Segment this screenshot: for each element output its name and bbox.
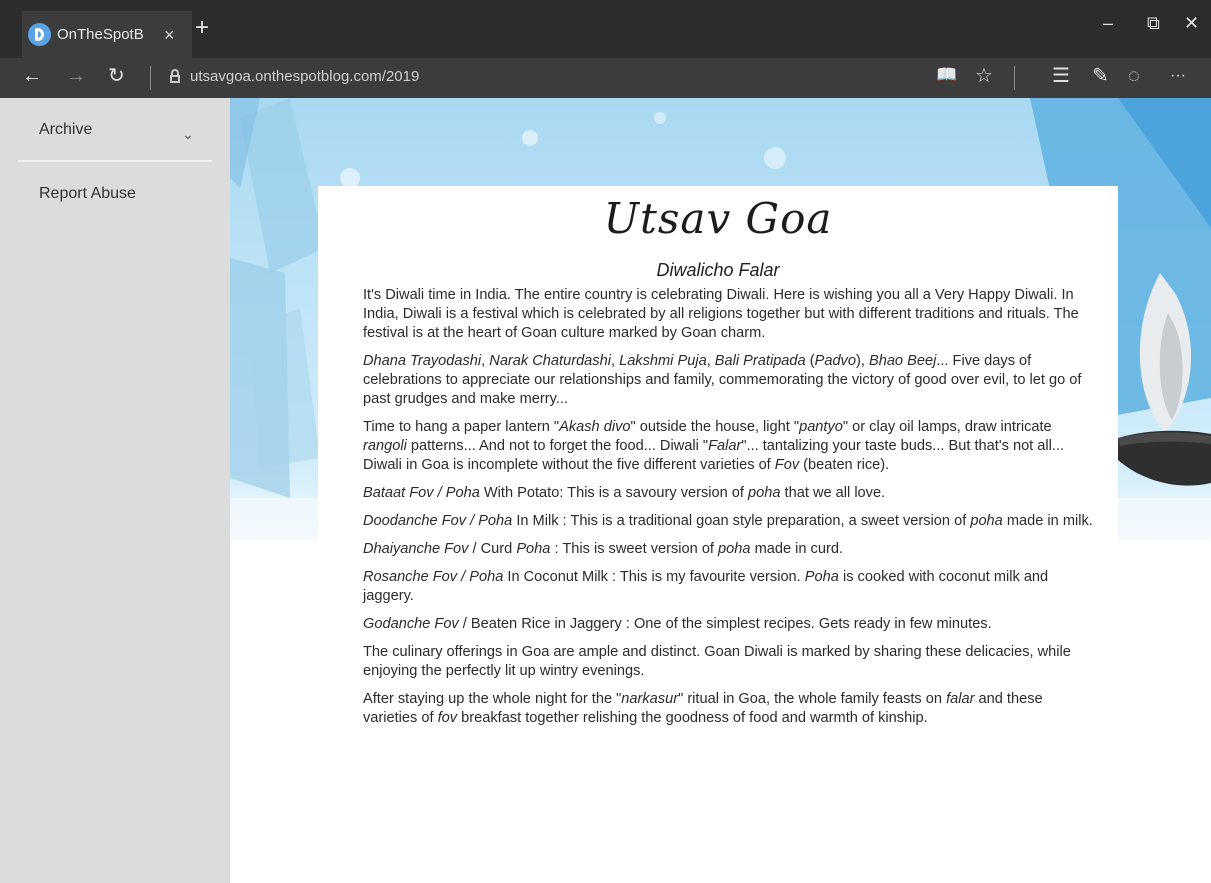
restore-icon[interactable]: ⧉: [1147, 14, 1160, 32]
paragraph-text: In Milk : This is a traditional goan sty…: [512, 513, 971, 529]
festival-day-name: Bhao Beej: [868, 353, 937, 369]
sidebar: Archive ⌄ Report Abuse: [0, 98, 230, 883]
italic-term: rangoli: [363, 438, 407, 454]
blog-title[interactable]: Utsav Goa: [318, 194, 1118, 243]
share-icon[interactable]: ◌: [1128, 66, 1140, 86]
paragraph-text: Time to hang a paper lantern ": [363, 419, 560, 435]
browser-tab[interactable]: OnTheSpotB ×: [22, 11, 192, 58]
paragraph-2: Dhana Trayodashi, Narak Chaturdashi, Lak…: [363, 352, 1093, 409]
italic-term: falar: [946, 691, 975, 707]
paragraph-text: In Coconut Milk : This is my favourite v…: [503, 569, 805, 585]
paragraph-text: After staying up the whole night for the…: [363, 691, 622, 707]
browser-title-bar: OnTheSpotB × + – ⧉ ✕: [0, 0, 1211, 58]
paragraph-8: Godanche Fov / Beaten Rice in Jaggery : …: [363, 615, 1093, 634]
close-window-icon[interactable]: ✕: [1184, 14, 1199, 32]
italic-term: poha: [970, 513, 1003, 529]
back-icon[interactable]: ←: [22, 66, 42, 86]
italic-term: Poha: [516, 541, 551, 557]
paragraph-text: that we all love.: [780, 485, 886, 501]
tab-close-icon[interactable]: ×: [164, 26, 175, 44]
new-tab-icon[interactable]: +: [195, 16, 209, 40]
paragraph-text: ),: [855, 353, 869, 369]
web-page: Archive ⌄ Report Abuse Utsav Goa Diwalic…: [0, 98, 1211, 883]
italic-term: poha: [718, 541, 751, 557]
recipe-name: Dhaiyanche Fov: [363, 541, 469, 557]
italic-term: Falar: [708, 438, 742, 454]
sidebar-item-report-abuse[interactable]: Report Abuse: [39, 185, 136, 203]
paragraph-text: " ritual in Goa, the whole family feasts…: [678, 691, 947, 707]
paragraph-text: patterns... And not to forget the food..…: [406, 438, 709, 454]
recipe-name: Rosanche Fov / Poha: [363, 569, 504, 585]
lock-icon: [170, 69, 180, 83]
festival-day-name: Narak Chaturdashi: [489, 353, 611, 369]
paragraph-text: / Curd: [468, 541, 517, 557]
sidebar-divider: [18, 160, 212, 162]
paragraph-5: Doodanche Fov / Poha In Milk : This is a…: [363, 512, 1093, 531]
festival-day-name: Dhana Trayodashi: [363, 353, 482, 369]
recipe-name: Godanche Fov: [363, 616, 459, 632]
hub-icon[interactable]: ☰: [1052, 66, 1070, 86]
paragraph-text: " outside the house, light ": [630, 419, 800, 435]
recipe-name: Doodanche Fov / Poha: [363, 513, 513, 529]
blog-subtitle: Diwalicho Falar: [656, 260, 780, 280]
paragraph-6: Dhaiyanche Fov / Curd Poha : This is swe…: [363, 540, 1093, 559]
chevron-down-icon[interactable]: ⌄: [182, 126, 194, 143]
refresh-icon[interactable]: ↻: [108, 66, 125, 86]
post-card: Utsav Goa Diwalicho Falar It's Diwali ti…: [318, 186, 1118, 883]
festival-day-name: Padvo: [814, 353, 856, 369]
paragraph-text: ,: [706, 353, 715, 369]
more-icon[interactable]: ···: [1170, 68, 1186, 84]
paragraph-text: / Beaten Rice in Jaggery : One of the si…: [458, 616, 992, 632]
paragraph-text: breakfast together relishing the goodnes…: [457, 710, 928, 726]
paragraph-text: made in curd.: [750, 541, 843, 557]
web-note-icon[interactable]: ✎: [1092, 66, 1109, 86]
italic-term: poha: [748, 485, 781, 501]
italic-term: Akash divo: [559, 419, 631, 435]
paragraph-text: ,: [610, 353, 620, 369]
reading-view-icon[interactable]: 📖: [936, 66, 957, 83]
forward-icon[interactable]: →: [66, 66, 86, 86]
post-body: It's Diwali time in India. The entire co…: [363, 286, 1093, 737]
favorite-star-icon[interactable]: ☆: [975, 66, 993, 86]
tab-title: OnTheSpotB: [57, 26, 144, 43]
italic-term: Poha: [804, 569, 839, 585]
paragraph-4: Bataat Fov / Poha With Potato: This is a…: [363, 484, 1093, 503]
italic-term: Fov: [774, 457, 800, 473]
minimize-icon[interactable]: –: [1103, 14, 1113, 32]
toolbar-separator: [1014, 66, 1015, 90]
address-bar: ← → ↻ utsavgoa.onthespotblog.com/2019 📖 …: [0, 58, 1211, 98]
paragraph-text: With Potato: This is a savoury version o…: [479, 485, 749, 501]
festival-day-name: Lakshmi Puja: [619, 353, 707, 369]
paragraph-7: Rosanche Fov / Poha In Coconut Milk : Th…: [363, 568, 1093, 606]
paragraph-text: : This is sweet version of: [550, 541, 719, 557]
paragraph-10: After staying up the whole night for the…: [363, 690, 1093, 728]
italic-term: narkasur: [621, 691, 679, 707]
blogger-favicon-icon: [28, 23, 51, 46]
paragraph-text: made in milk.: [1002, 513, 1093, 529]
italic-term: fov: [437, 710, 458, 726]
italic-term: pantyo: [799, 419, 843, 435]
nav-separator: [150, 66, 151, 90]
paragraph-text: (beaten rice).: [799, 457, 890, 473]
sidebar-item-archive[interactable]: Archive: [39, 121, 92, 139]
paragraph-9: The culinary offerings in Goa are ample …: [363, 644, 1071, 679]
paragraph-3: Time to hang a paper lantern "Akash divo…: [363, 418, 1093, 475]
paragraph-1: It's Diwali time in India. The entire co…: [363, 287, 1079, 341]
festival-day-name: Bali Pratipada: [714, 353, 806, 369]
url-field[interactable]: utsavgoa.onthespotblog.com/2019: [190, 68, 419, 85]
recipe-name: Bataat Fov / Poha: [363, 485, 480, 501]
paragraph-text: (: [805, 353, 815, 369]
paragraph-text: " or clay oil lamps, draw intricate: [842, 419, 1052, 435]
